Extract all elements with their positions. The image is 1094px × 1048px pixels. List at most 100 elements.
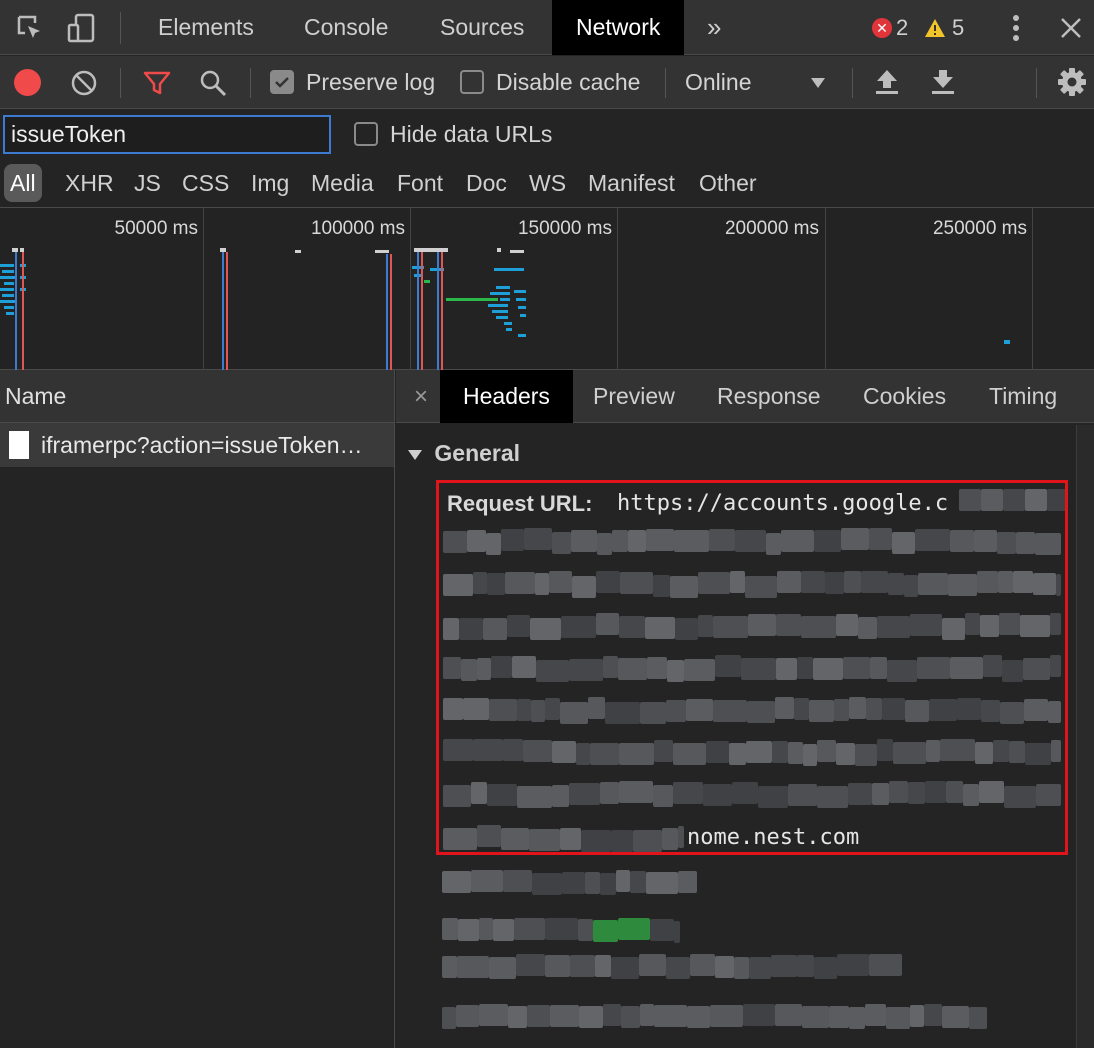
tab-console[interactable]: Console — [302, 0, 390, 55]
type-filter-js[interactable]: JS — [134, 164, 161, 202]
request-url-value: https://accounts.google.c — [617, 491, 949, 516]
warning-count: 5 — [952, 15, 965, 40]
redaction-block — [734, 957, 749, 979]
type-filter-manifest[interactable]: Manifest — [588, 164, 675, 202]
redaction-block — [1048, 701, 1061, 723]
tab-elements[interactable]: Elements — [156, 0, 256, 55]
redaction-block — [741, 658, 776, 680]
divider — [1036, 68, 1037, 98]
preserve-log-label[interactable]: Preserve log — [306, 56, 435, 109]
tab-timing[interactable]: Timing — [989, 370, 1057, 423]
error-count-badge[interactable]: ✕ 2 — [872, 15, 908, 41]
redaction-block — [618, 918, 650, 940]
redaction-block — [1004, 786, 1036, 808]
redaction-block — [1050, 613, 1061, 635]
customize-menu-icon[interactable] — [998, 10, 1034, 46]
network-overview-timeline[interactable]: 50000 ms 100000 ms 150000 ms 200000 ms 2… — [0, 208, 1094, 370]
redaction-block — [1009, 741, 1025, 763]
type-filter-font[interactable]: Font — [397, 164, 443, 202]
record-button[interactable] — [14, 69, 41, 96]
filter-icon[interactable] — [143, 69, 171, 102]
redaction-block — [467, 530, 486, 552]
hide-data-urls-checkbox[interactable] — [354, 122, 378, 146]
tab-cookies[interactable]: Cookies — [863, 370, 946, 423]
inspect-element-icon[interactable] — [12, 10, 48, 46]
general-section-header[interactable]: General — [408, 440, 520, 467]
filter-input[interactable]: issueToken — [3, 115, 331, 154]
warning-count-badge[interactable]: 5 — [924, 15, 964, 41]
tab-headers[interactable]: Headers — [440, 370, 573, 423]
redaction-block — [645, 617, 675, 639]
type-filter-other[interactable]: Other — [699, 164, 757, 202]
redaction-block — [837, 954, 869, 976]
export-har-icon[interactable] — [930, 68, 956, 101]
redaction-block — [569, 783, 600, 805]
redaction-block — [946, 781, 963, 803]
redaction-block — [666, 700, 686, 722]
redaction-block — [772, 741, 788, 763]
redaction-block — [801, 571, 825, 593]
request-row[interactable]: iframerpc?action=issueToken… — [0, 423, 394, 467]
disable-cache-checkbox[interactable] — [460, 70, 484, 94]
tab-network[interactable]: Network — [552, 0, 685, 55]
name-column-header[interactable]: Name — [0, 370, 394, 423]
redaction-block — [654, 1005, 687, 1027]
more-tabs-button[interactable]: » — [705, 0, 723, 55]
redaction-block — [458, 919, 479, 941]
close-devtools-icon[interactable] — [1053, 10, 1089, 46]
redaction-block — [866, 698, 882, 720]
redaction-block — [653, 575, 670, 597]
details-scrollbar[interactable] — [1076, 425, 1094, 1048]
search-icon[interactable] — [199, 69, 227, 102]
redaction-block — [507, 615, 530, 637]
type-filter-media[interactable]: Media — [311, 164, 374, 202]
tab-response[interactable]: Response — [717, 370, 821, 423]
redaction-block — [479, 918, 493, 940]
redaction-block — [940, 739, 975, 761]
redaction-block — [746, 741, 772, 763]
redaction-block — [917, 657, 950, 679]
request-url-label: Request URL: — [447, 491, 593, 516]
type-filter-all[interactable]: All — [4, 164, 42, 202]
redaction-block — [508, 1006, 527, 1028]
preserve-log-checkbox[interactable] — [270, 70, 294, 94]
type-filter-css[interactable]: CSS — [182, 164, 229, 202]
chevron-down-icon[interactable] — [810, 76, 826, 94]
triangle-down-icon — [408, 449, 422, 460]
device-toolbar-icon[interactable] — [64, 10, 100, 46]
redaction-block — [747, 701, 775, 723]
throttling-select[interactable]: Online — [685, 56, 751, 109]
settings-gear-icon[interactable] — [1057, 67, 1087, 102]
redaction-block — [980, 615, 999, 637]
timeline-bars — [0, 248, 1010, 370]
type-filter-doc[interactable]: Doc — [466, 164, 507, 202]
type-filter-xhr[interactable]: XHR — [65, 164, 114, 202]
redaction-block — [596, 571, 620, 593]
redaction-block — [915, 529, 950, 551]
redaction-block — [710, 1005, 743, 1027]
redaction-block — [888, 573, 904, 595]
redaction-block — [503, 739, 523, 761]
close-details-button[interactable]: × — [414, 370, 428, 423]
disable-cache-label[interactable]: Disable cache — [496, 56, 640, 109]
redaction-block — [908, 782, 925, 804]
redaction-block — [1025, 489, 1047, 511]
clear-icon[interactable] — [70, 69, 98, 102]
import-har-icon[interactable] — [874, 68, 900, 101]
redaction-block — [713, 700, 747, 722]
redaction-block — [619, 616, 645, 638]
tab-sources[interactable]: Sources — [438, 0, 526, 55]
type-filter-img[interactable]: Img — [251, 164, 289, 202]
redaction-block — [777, 571, 801, 593]
redaction-block — [477, 825, 501, 847]
type-filter-ws[interactable]: WS — [529, 164, 566, 202]
redaction-block — [797, 657, 813, 679]
details-tab-bar: × Headers Preview Response Cookies Timin… — [396, 370, 1094, 423]
redaction-block — [603, 656, 618, 678]
redaction-block — [926, 740, 940, 762]
hide-data-urls-label[interactable]: Hide data URLs — [390, 110, 552, 158]
redaction-block — [442, 956, 457, 978]
redaction-block — [997, 532, 1016, 554]
redaction-block — [743, 1004, 775, 1026]
tab-preview[interactable]: Preview — [593, 370, 675, 423]
